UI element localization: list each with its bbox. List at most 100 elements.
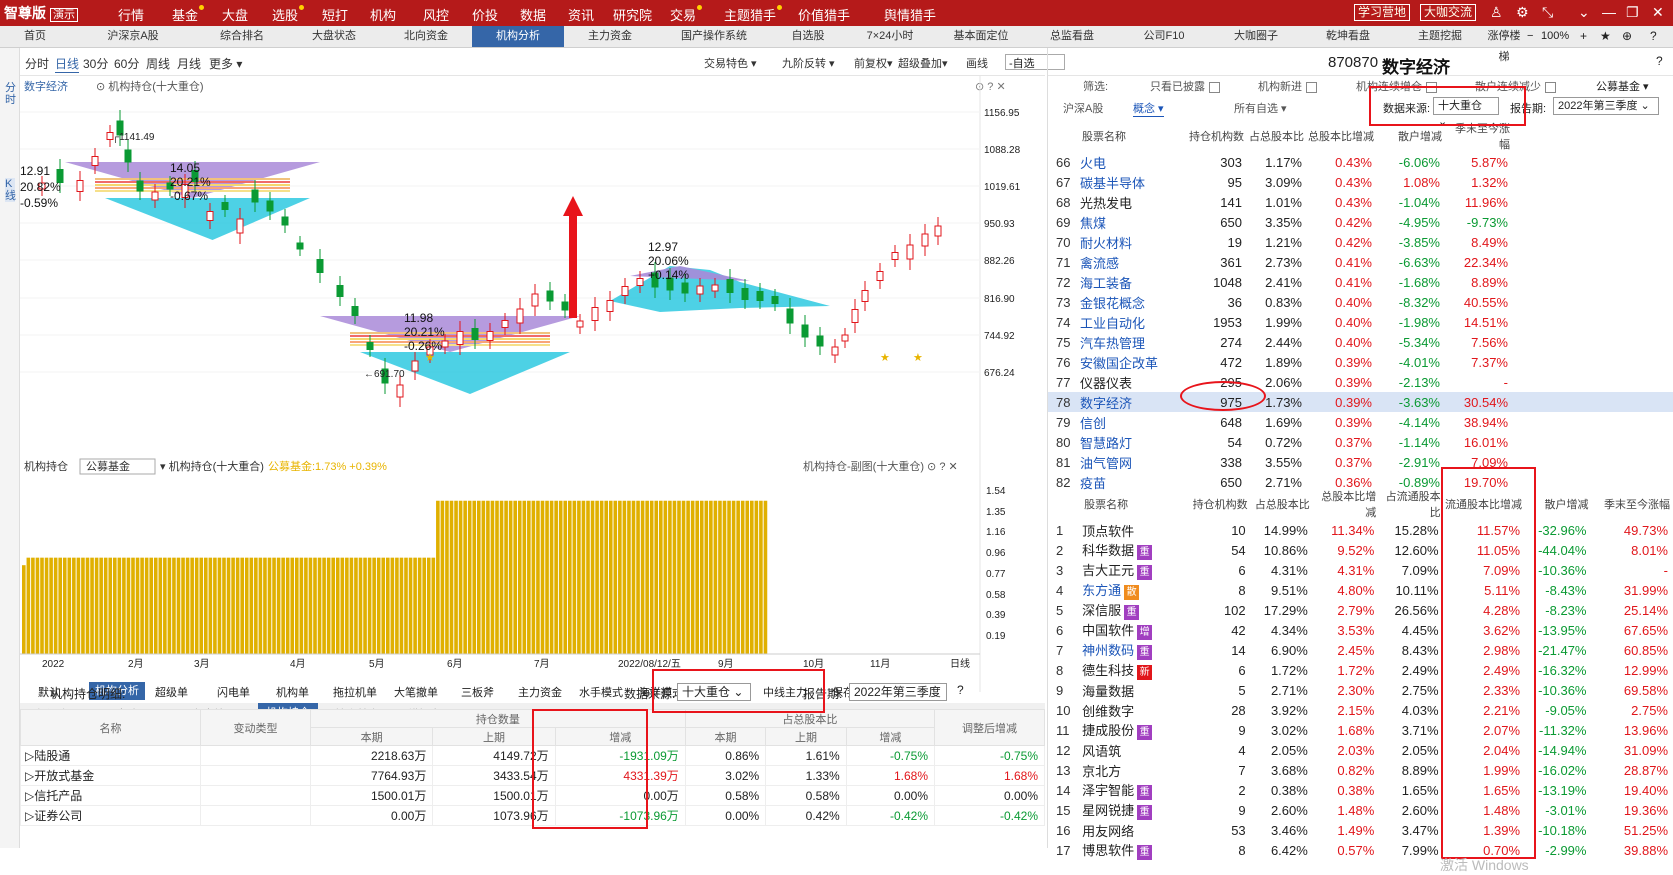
stock-row[interactable]: 1 顶点软件 10 14.99% 11.34% 15.28% 11.57% -32.96% 49… [1048,520,1673,540]
tab-16[interactable]: 涨停楼梯 [1486,26,1522,63]
top-menu-item[interactable]: 大盘 [222,5,248,24]
tab-1[interactable]: 沪深京A股 [70,26,196,47]
kline-tool-3[interactable]: 超级叠加▾ [898,55,948,71]
stock-row[interactable]: 8 德生科技新 6 1.72% 1.72% 2.49% 2.49% -16.32% 12.99% [1048,660,1673,680]
stock-row[interactable]: 9 海量数据 5 2.71% 2.30% 2.75% 2.33% -10.36% 69.58% [1048,680,1673,700]
top-menu-item[interactable]: 研究院 [613,5,652,24]
top-menu-item[interactable]: 风控 [423,5,449,24]
concept-row[interactable]: 71 禽流感 361 2.73% 0.41% -6.63% 22.34% [1048,252,1673,272]
top-menu-item[interactable]: 主题猎手 [724,5,783,24]
period-4[interactable]: 周线 [146,55,170,72]
top-menu-item[interactable]: 行情 [118,5,144,24]
top-menu-item[interactable]: 机构 [370,5,396,24]
concept-row[interactable]: 79 信创 648 1.69% 0.39% -4.14% 38.94% [1048,412,1673,432]
zoom-out-icon[interactable]: − [1527,30,1533,42]
shrink-icon[interactable]: ⤡ [1542,4,1553,21]
kline-tool-2[interactable]: 前复权▾ [854,55,893,71]
concept-row[interactable]: 67 碳基半导体 95 3.09% 0.43% 1.08% 1.32% [1048,172,1673,192]
filter-new-institution[interactable]: 机构新进 [1258,78,1317,94]
scope-ashare[interactable]: 沪深A股 [1063,100,1103,116]
top-menu-item[interactable]: 选股 [272,5,305,24]
concept-row[interactable]: 74 工业自动化 1953 1.99% 0.40% -1.98% 14.51% [1048,312,1673,332]
rail-timeshare[interactable]: 分时 [5,82,16,106]
concept-row[interactable]: 69 焦煤 650 3.35% 0.42% -4.95% -9.73% [1048,212,1673,232]
stock-row[interactable]: 5 深信服重 102 17.29% 2.79% 26.56% 4.28% -8.23% 25.1… [1048,600,1673,620]
concept-row[interactable]: 73 金银花概念 36 0.83% 0.40% -8.32% 40.55% [1048,292,1673,312]
stock-name-cell[interactable]: 东方通散 [1080,580,1187,600]
tab-7[interactable]: 国产操作系统 [656,26,772,47]
top-menu-item[interactable]: 交易 [670,5,703,24]
period-0[interactable]: 分时 [25,55,49,72]
settings-icon[interactable]: ⚙ [1516,4,1529,21]
period-3[interactable]: 60分 [114,55,139,72]
stock-row[interactable]: 11 捷成股份重 9 3.02% 1.68% 3.71% 2.07% -11.32% 13.96… [1048,720,1673,740]
kline-tool-4[interactable]: 画线 [966,55,988,71]
stock-name-cell[interactable]: 吉大正元重 [1080,560,1187,580]
tab-0[interactable]: 首页 [0,26,70,47]
top-menu-item[interactable]: 价值猎手 [798,5,850,24]
stock-name-cell[interactable]: 神州数码重 [1080,640,1187,660]
tab-4[interactable]: 北向资金 [380,26,472,47]
chevron-down-icon[interactable]: ⌄ [1578,4,1590,21]
period-1[interactable]: 日线 [55,55,80,73]
help-icon[interactable]: ? [1650,29,1657,43]
stock-name-cell[interactable]: 风语筑 [1080,740,1187,760]
stock-name-cell[interactable]: 星网锐捷重 [1080,800,1187,820]
stock-name-cell[interactable]: 海量数据 [1080,680,1187,700]
tab-5[interactable]: 机构分析 [472,26,564,47]
kline-chart[interactable]: 数字经济 ⊙ 机构持仓(十大重仓) ⊙ ? ✕ 1156.95 1088.28 1019.… [20,76,1045,456]
stock-row[interactable]: 6 中国软件增 42 4.34% 3.53% 4.45% 3.62% -13.95% 67.65… [1048,620,1673,640]
stock-row[interactable]: 15 星网锐捷重 9 2.60% 1.48% 2.60% 1.48% -3.01% 19.36% [1048,800,1673,820]
top-menu-item[interactable]: 数据 [520,5,546,24]
stock-name-cell[interactable]: 科华数据重 [1080,540,1187,560]
stock-row[interactable]: 4 东方通散 8 9.51% 4.80% 10.11% 5.11% -8.43% 31.99% [1048,580,1673,600]
top-menu-item[interactable]: 短打 [322,5,348,24]
stock-name-cell[interactable]: 顶点软件 [1080,520,1187,540]
stock-row[interactable]: 10 创维数字 28 3.92% 2.15% 4.03% 2.21% -9.05% 2.75% [1048,700,1673,720]
stock-row[interactable]: 13 京北方 7 3.68% 0.82% 8.89% 1.99% -16.02% 28.87% [1048,760,1673,780]
stock-name-cell[interactable]: 博思软件重 [1080,840,1187,860]
tab-15[interactable]: 主题挖掘 [1394,26,1486,47]
concept-row[interactable]: 75 汽车热管理 274 2.44% 0.40% -5.34% 7.56% [1048,332,1673,352]
rail-kline[interactable]: K线 [5,178,16,202]
tab-8[interactable]: 自选股 [772,26,844,47]
stock-row[interactable]: 12 风语筑 4 2.05% 2.03% 2.05% 2.04% -14.94% 31.09% [1048,740,1673,760]
right-rep-select[interactable]: 2022年第三季度 ⌄ [1553,97,1659,115]
stock-row[interactable]: 2 科华数据重 54 10.86% 9.52% 12.60% 11.05% -44.04% 8.… [1048,540,1673,560]
minimize-icon[interactable]: — [1602,4,1616,20]
stock-name-cell[interactable]: 泽宇智能重 [1080,780,1187,800]
stock-name-cell[interactable]: 深信服重 [1080,600,1187,620]
star-icon[interactable]: ★ [1600,29,1611,43]
concept-row[interactable]: 72 海工装备 1048 2.41% 0.41% -1.68% 8.89% [1048,272,1673,292]
stock-row[interactable]: 3 吉大正元重 6 4.31% 4.31% 7.09% 7.09% -10.36% - [1048,560,1673,580]
report-period-select[interactable]: 2022年第三季度 ⌄ [849,683,947,715]
stock-row[interactable]: 16 用友网络 53 3.46% 1.49% 3.47% 1.39% -10.18% 51.25… [1048,820,1673,840]
sub-chart[interactable]: 机构持仓 公募基金 ▾ 机构持仓(十大重合) 公募基金:1.73% +0.39% 机构持… [20,456,1045,692]
stock-row[interactable]: 17 博思软件重 8 6.42% 0.57% 7.99% 0.70% -2.99% 39.88% [1048,840,1673,860]
period-6[interactable]: 更多 ▾ [209,55,242,72]
user-icon[interactable]: ♙ [1490,4,1503,21]
concept-row[interactable]: 68 光热发电 141 1.01% 0.43% -1.04% 11.96% [1048,192,1673,212]
expert-chat-button[interactable]: 大咖交流 [1420,4,1477,21]
concept-row[interactable]: 70 耐火材料 19 1.21% 0.42% -3.85% 8.49% [1048,232,1673,252]
period-5[interactable]: 月线 [177,55,201,72]
filter-disclosed[interactable]: 只看已披露 [1150,78,1220,94]
concept-row[interactable]: 77 仪器仪表 295 2.06% 0.39% -2.13% - [1048,372,1673,392]
zoom-in-icon[interactable]: + [1580,29,1587,43]
period-2[interactable]: 30分 [83,55,108,72]
tab-10[interactable]: 基本面定位 [936,26,1026,47]
tab-9[interactable]: 7×24小时 [844,26,936,47]
tab-3[interactable]: 大盘状态 [288,26,380,47]
stock-name-cell[interactable]: 京北方 [1080,760,1187,780]
app-logo[interactable]: 智尊版 演示 [4,3,78,23]
tab-13[interactable]: 大咖圈子 [1210,26,1302,47]
stock-name-cell[interactable]: 捷成股份重 [1080,720,1187,740]
stock-name-cell[interactable]: 用友网络 [1080,820,1187,840]
concept-row[interactable]: 78 数字经济 975 1.73% 0.39% -3.63% 30.54% [1048,392,1673,412]
tab-11[interactable]: 总监看盘 [1026,26,1118,47]
learning-camp-button[interactable]: 学习营地 [1354,4,1411,21]
concept-row[interactable]: 66 火电 303 1.17% 0.43% -6.06% 5.87% [1048,152,1673,172]
stock-name-cell[interactable]: 创维数字 [1080,700,1187,720]
concept-row[interactable]: 76 安徽国企改革 472 1.89% 0.39% -4.01% 7.37% [1048,352,1673,372]
concept-row[interactable]: 80 智慧路灯 54 0.72% 0.37% -1.14% 16.01% [1048,432,1673,452]
